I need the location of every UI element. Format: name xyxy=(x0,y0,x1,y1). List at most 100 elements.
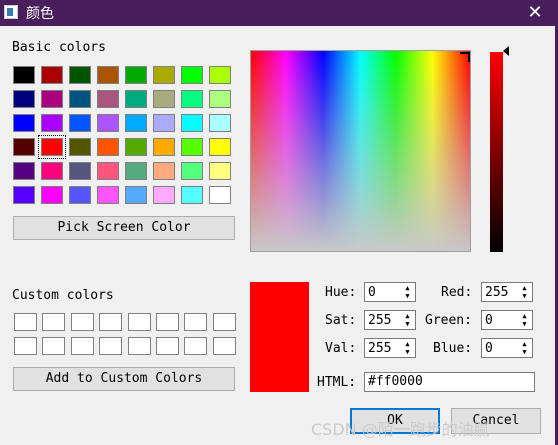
picker-crosshair-icon[interactable] xyxy=(460,52,470,62)
green-label: Green: xyxy=(425,313,472,328)
title-bar: 颜色 ✕ xyxy=(0,0,558,26)
basic-color-swatch[interactable] xyxy=(97,90,119,108)
custom-color-swatch[interactable] xyxy=(184,337,208,355)
custom-color-swatch[interactable] xyxy=(99,313,123,331)
basic-color-swatch[interactable] xyxy=(181,90,203,108)
basic-color-swatch[interactable] xyxy=(69,162,91,180)
basic-color-swatch[interactable] xyxy=(125,186,147,204)
basic-color-swatch[interactable] xyxy=(153,162,175,180)
basic-color-swatch[interactable] xyxy=(69,66,91,84)
custom-color-swatch[interactable] xyxy=(42,313,66,331)
blue-spinbox[interactable]: 0 ▲ ▼ xyxy=(481,338,533,358)
basic-color-swatch[interactable] xyxy=(97,66,119,84)
basic-color-swatch[interactable] xyxy=(125,162,147,180)
basic-color-swatch[interactable] xyxy=(13,186,35,204)
basic-color-swatch[interactable] xyxy=(97,138,119,156)
spin-arrows-icon[interactable]: ▲ ▼ xyxy=(518,340,531,356)
hue-value: 0 xyxy=(368,285,376,300)
basic-color-swatch[interactable] xyxy=(38,135,66,159)
basic-color-swatch[interactable] xyxy=(125,66,147,84)
basic-color-swatch[interactable] xyxy=(69,90,91,108)
app-icon xyxy=(4,5,18,19)
red-spinbox[interactable]: 255 ▲ ▼ xyxy=(481,282,533,302)
basic-color-swatch[interactable] xyxy=(153,90,175,108)
val-spinbox[interactable]: 255 ▲ ▼ xyxy=(364,338,416,358)
window-title: 颜色 xyxy=(26,6,54,22)
basic-color-swatch[interactable] xyxy=(153,138,175,156)
close-icon[interactable]: ✕ xyxy=(522,1,548,25)
spin-arrows-icon[interactable]: ▲ ▼ xyxy=(401,284,414,300)
green-value: 0 xyxy=(485,313,493,328)
basic-color-swatch[interactable] xyxy=(153,114,175,132)
basic-color-swatch[interactable] xyxy=(209,114,231,132)
basic-color-swatch[interactable] xyxy=(41,66,63,84)
custom-color-swatch[interactable] xyxy=(184,313,208,331)
basic-color-swatch[interactable] xyxy=(125,138,147,156)
val-value: 255 xyxy=(368,341,392,356)
basic-color-swatch[interactable] xyxy=(125,90,147,108)
basic-color-swatch[interactable] xyxy=(181,114,203,132)
basic-color-swatch[interactable] xyxy=(97,186,119,204)
basic-color-swatch[interactable] xyxy=(209,186,231,204)
basic-color-swatch[interactable] xyxy=(209,162,231,180)
basic-color-swatch[interactable] xyxy=(209,66,231,84)
red-label: Red: xyxy=(441,285,473,300)
basic-color-swatch[interactable] xyxy=(181,66,203,84)
basic-color-swatch[interactable] xyxy=(209,138,231,156)
basic-color-swatch[interactable] xyxy=(13,138,35,156)
custom-color-swatch[interactable] xyxy=(70,337,94,355)
basic-color-swatch[interactable] xyxy=(181,162,203,180)
basic-color-swatch[interactable] xyxy=(13,162,35,180)
watermark: CSDN @陌一跑步的油腻 xyxy=(311,420,490,439)
basic-color-swatch[interactable] xyxy=(41,90,63,108)
custom-color-swatch[interactable] xyxy=(156,337,179,355)
basic-color-swatch[interactable] xyxy=(13,90,35,108)
basic-color-swatch[interactable] xyxy=(153,66,175,84)
basic-color-swatch[interactable] xyxy=(125,114,147,132)
basic-colors-label: Basic colors xyxy=(12,40,106,55)
green-spinbox[interactable]: 0 ▲ ▼ xyxy=(481,310,533,330)
sat-spinbox[interactable]: 255 ▲ ▼ xyxy=(364,310,416,330)
red-value: 255 xyxy=(485,285,509,300)
custom-color-swatch[interactable] xyxy=(212,337,236,355)
hue-saturation-picker[interactable] xyxy=(250,50,471,252)
basic-color-swatch[interactable] xyxy=(209,90,231,108)
pick-screen-color-button[interactable]: Pick Screen Color xyxy=(13,216,235,240)
basic-color-swatch[interactable] xyxy=(13,66,35,84)
sat-label: Sat: xyxy=(325,313,357,328)
custom-colors-label: Custom colors xyxy=(12,288,114,303)
basic-color-swatch[interactable] xyxy=(97,114,119,132)
add-to-custom-colors-button[interactable]: Add to Custom Colors xyxy=(13,367,235,391)
basic-color-swatch[interactable] xyxy=(41,186,63,204)
hue-spinbox[interactable]: 0 ▲ ▼ xyxy=(364,282,416,302)
spin-arrows-icon[interactable]: ▲ ▼ xyxy=(518,312,531,328)
basic-color-swatch[interactable] xyxy=(69,114,91,132)
luminance-slider[interactable] xyxy=(490,52,503,252)
custom-color-swatch[interactable] xyxy=(14,337,37,355)
sat-value: 255 xyxy=(368,313,392,328)
custom-color-swatch[interactable] xyxy=(42,337,66,355)
custom-color-swatch[interactable] xyxy=(14,313,37,331)
basic-color-swatch[interactable] xyxy=(97,162,119,180)
spin-arrows-icon[interactable]: ▲ ▼ xyxy=(401,340,414,356)
basic-color-swatch[interactable] xyxy=(41,162,63,180)
color-dialog: Basic colors Pick Screen Color Custom co… xyxy=(0,26,558,445)
basic-color-swatch[interactable] xyxy=(153,186,175,204)
basic-color-swatch[interactable] xyxy=(181,138,203,156)
html-color-input[interactable]: #ff0000 xyxy=(364,372,535,392)
basic-color-swatch[interactable] xyxy=(13,114,35,132)
custom-color-swatch[interactable] xyxy=(127,337,151,355)
custom-color-swatch[interactable] xyxy=(127,313,151,331)
basic-color-swatch[interactable] xyxy=(181,186,203,204)
custom-color-swatch[interactable] xyxy=(212,313,236,331)
spin-arrows-icon[interactable]: ▲ ▼ xyxy=(401,312,414,328)
basic-color-swatch[interactable] xyxy=(69,186,91,204)
custom-color-swatch[interactable] xyxy=(156,313,179,331)
spin-arrows-icon[interactable]: ▲ ▼ xyxy=(518,284,531,300)
custom-color-swatch[interactable] xyxy=(99,337,123,355)
color-preview xyxy=(250,282,309,392)
custom-color-swatch[interactable] xyxy=(70,313,94,331)
basic-color-swatch[interactable] xyxy=(41,114,63,132)
basic-color-swatch[interactable] xyxy=(69,138,91,156)
luminance-arrow-icon[interactable] xyxy=(503,46,509,56)
